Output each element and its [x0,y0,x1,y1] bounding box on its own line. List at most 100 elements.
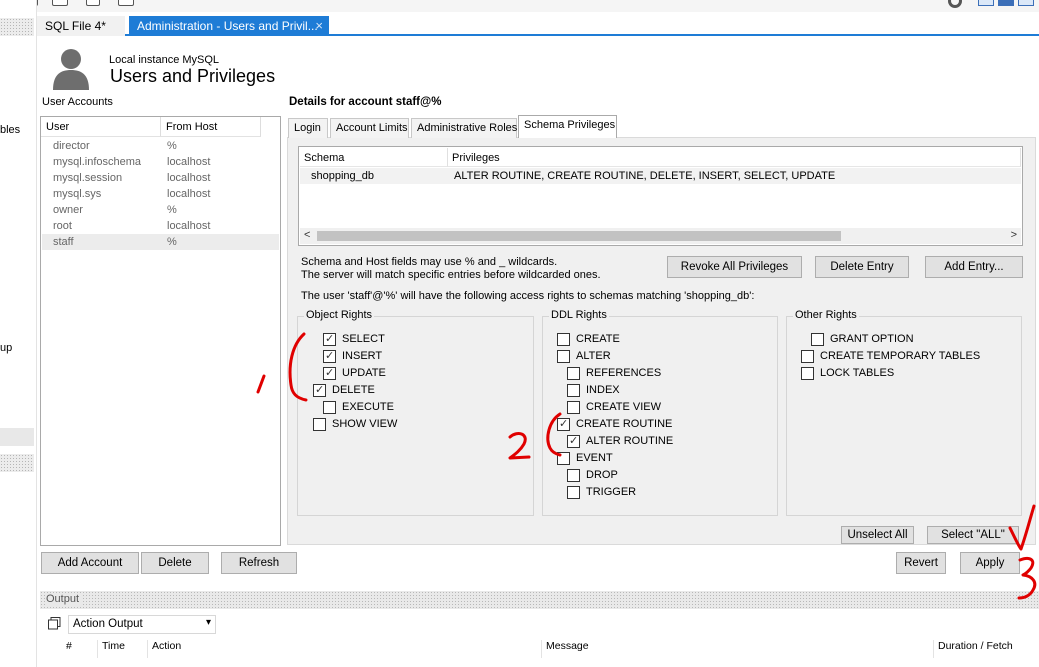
revert-button[interactable]: Revert [896,552,946,574]
column-header-number[interactable]: # [62,640,98,658]
column-header-message[interactable]: Message [542,640,934,658]
user-host: localhost [167,188,211,200]
group-title: DDL Rights [549,309,609,321]
output-label: Output [46,593,83,605]
user-name: root [53,220,72,232]
checkbox-unchecked-icon[interactable] [801,350,814,363]
checkbox-label: LOCK TABLES [820,367,895,379]
privileges-cell: ALTER ROUTINE, CREATE ROUTINE, DELETE, I… [454,170,836,182]
toolbar-icon[interactable] [118,0,134,6]
scroll-right-icon[interactable]: > [1011,229,1017,241]
delete-entry-button[interactable]: Delete Entry [815,256,909,278]
chevron-down-icon: ▾ [205,617,211,628]
refresh-button[interactable]: Refresh [221,552,297,574]
column-header-time[interactable]: Time [98,640,148,658]
select-all-button[interactable]: Select "ALL" [927,526,1019,544]
checkbox-unchecked-icon[interactable] [811,333,824,346]
schema-privileges-table[interactable]: Schema Privileges shopping_db ALTER ROUT… [298,146,1023,246]
output-panel-header[interactable]: Output [40,591,1039,609]
checkbox-checked-icon[interactable] [323,332,336,346]
user-account-row[interactable]: director% [42,138,279,154]
layout-toggle-icon[interactable] [1018,0,1034,6]
wildcard-hint: Schema and Host fields may use % and _ w… [301,256,558,268]
scrollbar-thumb[interactable] [317,231,841,241]
user-host: localhost [167,156,211,168]
editor-tab-bar: SQL File 4* Administration - Users and P… [37,14,1039,36]
details-title: Details for account staff@% [289,96,442,108]
column-header-from-host[interactable]: From Host [161,117,261,137]
tab-administrative-roles[interactable]: Administrative Roles [411,118,517,138]
checkbox-label: SELECT [342,333,385,345]
user-account-row[interactable]: root localhost [42,218,279,234]
delete-account-button[interactable]: Delete [141,552,209,574]
tab-login[interactable]: Login [288,118,328,138]
checkbox-unchecked-icon[interactable] [567,486,580,499]
navigator-item-fragment[interactable]: up [0,342,12,354]
checkbox-label: GRANT OPTION [830,333,914,345]
user-account-row[interactable]: owner% [42,202,279,218]
add-account-button[interactable]: Add Account [41,552,139,574]
checkbox-checked-icon[interactable] [557,417,570,431]
checkbox-unchecked-icon[interactable] [567,384,580,397]
checkbox-unchecked-icon[interactable] [567,401,580,414]
selected-value: Action Output [73,618,143,630]
output-toolbar: Action Output ▾ [40,612,1039,636]
checkbox-checked-icon[interactable] [323,366,336,380]
close-icon[interactable]: × [315,18,323,33]
navigator-selected-band [0,428,34,446]
checkbox-unchecked-icon[interactable] [567,367,580,380]
left-navigator-strip: bles up [0,0,37,667]
scroll-left-icon[interactable]: < [304,229,310,241]
access-rights-description: The user 'staff'@'%' will have the follo… [301,290,755,302]
table-row[interactable]: shopping_db ALTER ROUTINE, CREATE ROUTIN… [300,168,1021,184]
checkbox-unchecked-icon[interactable] [567,469,580,482]
user-account-row[interactable]: mysql.session localhost [42,170,279,186]
column-header-user[interactable]: User [41,117,161,137]
checkbox-unchecked-icon[interactable] [557,350,570,363]
user-account-row[interactable]: staff% [42,234,279,250]
settings-gear-icon[interactable] [948,0,962,8]
other-rights-group: Other Rights [786,309,1022,516]
checkbox-unchecked-icon[interactable] [801,367,814,380]
tab-schema-privileges[interactable]: Schema Privileges [518,115,617,138]
checkbox-label: TRIGGER [586,486,637,498]
checkbox-checked-icon[interactable] [323,349,336,363]
apply-button[interactable]: Apply [960,552,1020,574]
layout-toggle-icon[interactable] [998,0,1014,6]
user-name: mysql.sys [53,188,102,200]
checkbox-label: INDEX [586,384,620,396]
checkbox-checked-icon[interactable] [313,383,326,397]
checkbox-label: CREATE [576,333,620,345]
user-host: % [167,204,177,216]
user-accounts-table[interactable]: User From Host director% mysql.infoschema… [40,116,281,546]
checkbox-label: EVENT [576,452,613,464]
output-table-header: # Time Action Message Duration / Fetch [40,637,1039,658]
user-account-row[interactable]: mysql.sys localhost [42,186,279,202]
user-host: % [167,140,177,152]
tab-account-limits[interactable]: Account Limits [330,118,409,138]
checkbox-unchecked-icon[interactable] [313,418,326,431]
column-header-duration[interactable]: Duration / Fetch [934,640,1034,658]
user-name: staff [53,236,74,248]
user-account-row[interactable]: mysql.infoschema localhost [42,154,279,170]
toolbar-icon[interactable] [52,0,68,6]
column-header-privileges[interactable]: Privileges [448,148,1021,167]
navigator-item-fragment[interactable]: bles [0,124,20,136]
output-type-select[interactable]: Action Output ▾ [68,615,216,634]
toolbar-icon[interactable] [86,0,100,6]
add-entry-button[interactable]: Add Entry... [925,256,1023,278]
checkbox-unchecked-icon[interactable] [323,401,336,414]
column-header-schema[interactable]: Schema [300,148,448,167]
column-header-action[interactable]: Action [148,640,542,658]
revoke-all-privileges-button[interactable]: Revoke All Privileges [667,256,802,278]
unselect-all-button[interactable]: Unselect All [841,526,914,544]
copy-icon[interactable] [48,617,61,630]
user-avatar-icon [53,49,89,90]
checkbox-checked-icon[interactable] [567,434,580,448]
layout-toggle-icon[interactable] [978,0,994,6]
tab-sql-file-4[interactable]: SQL File 4* [37,16,125,36]
checkbox-unchecked-icon[interactable] [557,452,570,465]
horizontal-scrollbar[interactable]: < > [300,228,1021,244]
tab-administration-users[interactable]: Administration - Users and Privil... × [129,16,329,36]
checkbox-unchecked-icon[interactable] [557,333,570,346]
